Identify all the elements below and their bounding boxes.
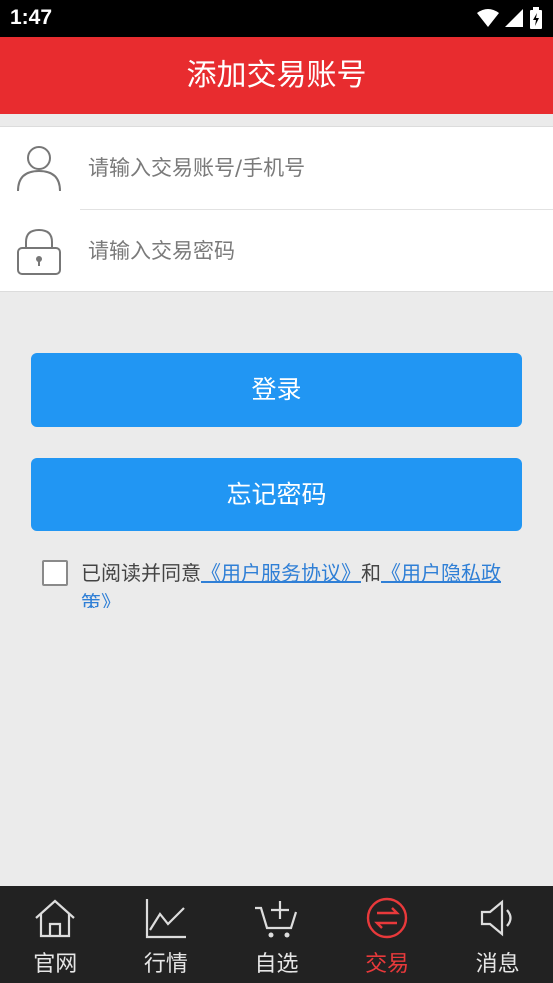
- tab-label: 消息: [475, 952, 520, 977]
- agreement-checkbox[interactable]: [42, 560, 68, 586]
- page-title: 添加交易账号: [0, 37, 553, 114]
- status-time: 1:47: [10, 6, 53, 29]
- status-icons: [477, 7, 543, 29]
- battery-icon: [530, 7, 542, 29]
- tab-messages[interactable]: 消息: [442, 886, 553, 983]
- tab-label: 官网: [33, 952, 78, 977]
- wifi-icon: [477, 9, 499, 27]
- password-input[interactable]: [88, 210, 528, 292]
- tab-market[interactable]: 行情: [111, 886, 222, 983]
- chart-icon: [145, 899, 186, 939]
- tab-label: 行情: [143, 952, 188, 977]
- tab-watchlist[interactable]: 自选: [221, 886, 332, 983]
- agreement-prefix: 已阅读并同意: [81, 561, 201, 585]
- tab-label: 交易: [365, 952, 410, 977]
- agreement-text: 已阅读并同意《用户服务协议》和《用户隐私政策》: [81, 558, 521, 608]
- agreement-middle: 和: [361, 561, 381, 585]
- account-input[interactable]: [88, 127, 528, 209]
- service-agreement-link[interactable]: 《用户服务协议》: [201, 561, 361, 585]
- password-row: [0, 210, 553, 292]
- login-button[interactable]: 登录: [31, 353, 522, 427]
- tab-trade[interactable]: 交易: [332, 886, 443, 983]
- cart-icon: [255, 901, 298, 938]
- login-form: [0, 126, 553, 292]
- tab-label: 自选: [254, 952, 299, 977]
- status-bar: 1:47: [0, 0, 553, 37]
- lock-icon: [17, 228, 61, 275]
- tab-home[interactable]: 官网: [0, 886, 111, 983]
- swap-icon: [366, 897, 408, 939]
- user-icon: [17, 146, 61, 192]
- bottom-tab-bar: 官网 行情 自选 交易 消息: [0, 886, 553, 983]
- agreement-row: 已阅读并同意《用户服务协议》和《用户隐私政策》: [42, 558, 522, 608]
- forgot-password-button[interactable]: 忘记密码: [31, 458, 522, 531]
- signal-icon: [505, 9, 523, 27]
- home-icon: [35, 899, 76, 938]
- account-row: [0, 127, 553, 209]
- speaker-icon: [480, 899, 512, 937]
